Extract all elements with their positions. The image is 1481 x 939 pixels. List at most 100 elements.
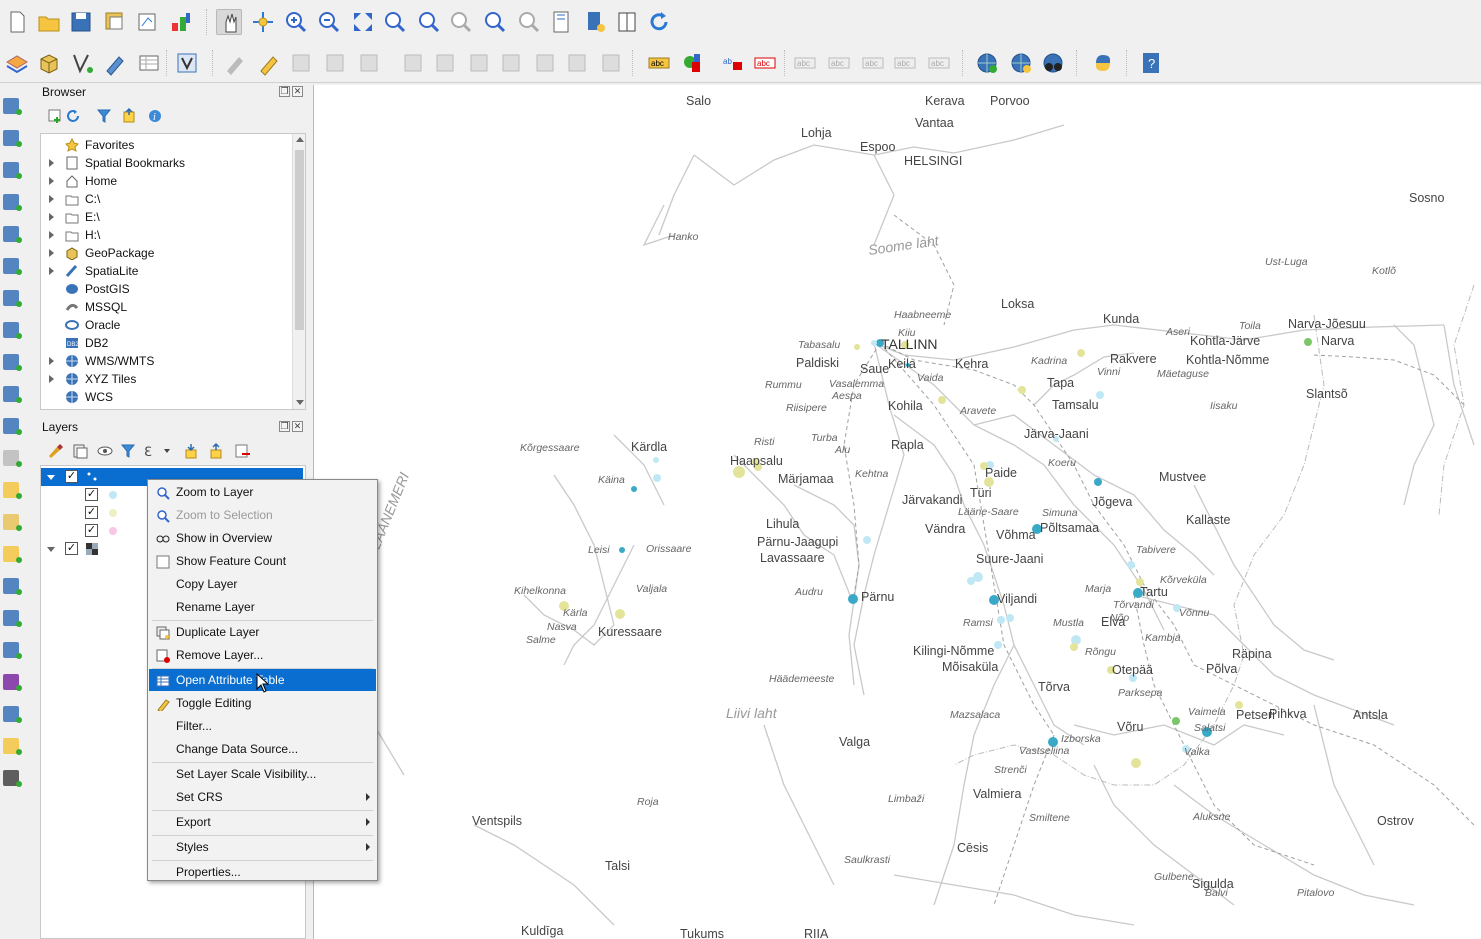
geocoded-point[interactable] (1018, 386, 1026, 394)
zoom-out-icon[interactable] (316, 9, 342, 35)
add-postgis-icon[interactable] (0, 253, 26, 279)
expand-arrow-icon[interactable] (49, 159, 54, 167)
layer-visibility-checkbox[interactable]: ✓ (65, 542, 78, 555)
browser-item-favorites[interactable]: Favorites (41, 136, 291, 154)
add-feature-icon[interactable] (322, 50, 348, 76)
add-group-icon[interactable] (73, 444, 88, 459)
browser-item-geopackage[interactable]: GeoPackage (41, 244, 291, 262)
expand-arrow-icon[interactable] (49, 195, 54, 203)
show-hide-labels-icon[interactable]: abc (792, 50, 818, 76)
geocoded-point[interactable] (1006, 614, 1014, 622)
add-wcs-icon[interactable] (0, 381, 26, 407)
layer-labeling-icon[interactable]: abc (646, 50, 672, 76)
category-visibility-checkbox[interactable]: ✓ (85, 506, 98, 519)
highlight-pinned-labels-icon[interactable]: ab (720, 50, 746, 76)
browser-item-xyz-tiles[interactable]: XYZ Tiles (41, 370, 291, 388)
new-map-view-icon[interactable] (548, 9, 574, 35)
identify-features-icon[interactable] (0, 413, 26, 439)
browser-item-wms-wmts[interactable]: WMS/WMTS (41, 352, 291, 370)
filter-legend-icon[interactable] (120, 444, 136, 458)
undo-icon[interactable] (564, 50, 590, 76)
open-field-calculator-icon[interactable] (0, 509, 26, 535)
scroll-up-arrow-icon[interactable] (296, 137, 304, 142)
collapse-arrow-icon[interactable] (47, 547, 55, 552)
geocoded-point[interactable] (1094, 478, 1102, 486)
select-by-location-icon[interactable] (0, 541, 26, 567)
zoom-in-icon[interactable] (283, 9, 309, 35)
panel-float-icon[interactable]: ❐ (279, 86, 290, 97)
new-virtual-layer-icon[interactable] (136, 50, 162, 76)
geocoded-point[interactable] (1172, 717, 1180, 725)
new-project-icon[interactable] (4, 9, 30, 35)
filter-expression-icon[interactable]: ℇ (144, 444, 170, 459)
menu-item-styles[interactable]: Styles (149, 836, 376, 858)
add-raster-layer-icon[interactable] (0, 125, 26, 151)
zoom-native-icon[interactable] (448, 9, 474, 35)
browser-item-spatial-bookmarks[interactable]: Spatial Bookmarks (41, 154, 291, 172)
panel-float-icon[interactable]: ❐ (279, 421, 290, 432)
geocoded-point[interactable] (1131, 758, 1141, 768)
style-manager-icon[interactable] (49, 444, 63, 458)
geocoded-point[interactable] (1304, 338, 1312, 346)
geocoded-point[interactable] (994, 641, 1002, 649)
expand-arrow-icon[interactable] (49, 249, 54, 257)
add-vector-layer-icon[interactable] (0, 93, 26, 119)
label-properties-icon[interactable]: abc (926, 50, 952, 76)
info-icon[interactable]: i (149, 110, 161, 123)
expand-arrow-icon[interactable] (49, 213, 54, 221)
menu-item-show-feature-count[interactable]: Show Feature Count (149, 550, 376, 572)
pan-map-icon[interactable] (216, 9, 242, 35)
select-features-icon[interactable] (0, 477, 26, 503)
menu-item-duplicate-layer[interactable]: Duplicate Layer (149, 621, 376, 643)
browser-scrollbar[interactable] (292, 134, 305, 409)
layout-manager-icon[interactable] (134, 9, 160, 35)
browser-item-spatialite[interactable]: SpatiaLite (41, 262, 291, 280)
geocoded-point[interactable] (631, 486, 637, 492)
geocoded-point[interactable] (653, 474, 661, 482)
geocoded-point[interactable] (653, 457, 659, 463)
sum-icon[interactable] (0, 669, 26, 695)
category-visibility-checkbox[interactable]: ✓ (85, 488, 98, 501)
menu-item-set-layer-scale-visibility[interactable]: Set Layer Scale Visibility... (149, 763, 376, 785)
toolbox-icon[interactable] (0, 637, 26, 663)
cut-features-icon[interactable] (466, 50, 492, 76)
copy-features-icon[interactable] (498, 50, 524, 76)
menu-item-export[interactable]: Export (149, 811, 376, 833)
browser-item-e[interactable]: E:\ (41, 208, 291, 226)
geocoded-point[interactable] (848, 594, 858, 604)
new-bookmark-icon[interactable] (582, 9, 608, 35)
menu-item-show-in-overview[interactable]: Show in Overview (149, 527, 376, 549)
menu-item-remove-layer[interactable]: Remove Layer... (149, 644, 376, 666)
new-print-layout-icon[interactable] (102, 9, 128, 35)
browser-item-db2[interactable]: DB2 DB2 (41, 334, 291, 352)
expand-arrow-icon[interactable] (49, 177, 54, 185)
expand-all-icon[interactable] (185, 444, 197, 459)
add-delimited-text-icon[interactable] (0, 189, 26, 215)
geocoded-point[interactable] (1127, 561, 1135, 569)
show-bookmarks-icon[interactable] (614, 9, 640, 35)
open-project-icon[interactable] (36, 9, 62, 35)
panel-close-icon[interactable]: ✕ (292, 86, 303, 97)
layer-diagram-icon[interactable] (680, 50, 706, 76)
expand-arrow-icon[interactable] (49, 375, 54, 383)
visibility-icon[interactable] (97, 446, 113, 456)
geocoder-icon[interactable] (1040, 50, 1066, 76)
move-label-icon[interactable]: abc (826, 50, 852, 76)
style-manager-icon[interactable] (168, 9, 194, 35)
remove-layer-icon[interactable] (235, 444, 250, 458)
browser-item-wcs[interactable]: WCS (41, 388, 291, 406)
statistics-icon[interactable] (0, 605, 26, 631)
scroll-down-arrow-icon[interactable] (296, 400, 304, 405)
geocoded-point[interactable] (615, 609, 625, 619)
modify-attributes-icon[interactable] (400, 50, 426, 76)
paste-features-icon[interactable] (532, 50, 558, 76)
pan-to-selection-icon[interactable] (250, 9, 276, 35)
expand-arrow-icon[interactable] (49, 357, 54, 365)
geocoded-point[interactable] (854, 344, 860, 350)
add-wms-icon[interactable] (0, 317, 26, 343)
browser-item-c[interactable]: C:\ (41, 190, 291, 208)
toggle-editing-icon[interactable] (256, 50, 282, 76)
expand-arrow-icon[interactable] (49, 231, 54, 239)
browser-item-home[interactable]: Home (41, 172, 291, 190)
new-geopackage-layer-icon[interactable] (36, 50, 62, 76)
